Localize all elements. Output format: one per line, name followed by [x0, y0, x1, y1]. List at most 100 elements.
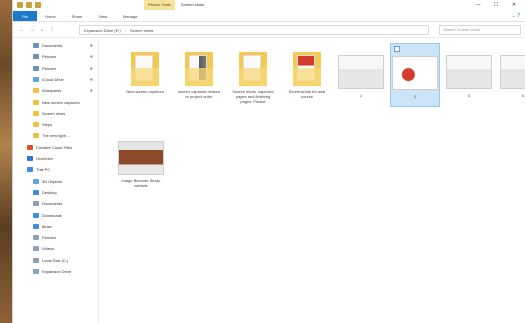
sidebar-item[interactable]: iCloud Drive ✱: [13, 75, 99, 84]
image-file-item[interactable]: Image Barcode Study, website: [116, 135, 166, 199]
sidebar-item-label: Documents: [42, 43, 63, 48]
sidebar-item-label: This PC: [36, 167, 51, 173]
navigation-bar: ← → ⌄ ↑ Expansion Drive (E:) › Screen sh…: [13, 23, 525, 38]
quick-access-toolbar[interactable]: [17, 2, 57, 9]
folder-item[interactable]: Screenshots for web course: [282, 47, 332, 123]
folder-icon: [33, 88, 39, 94]
folder-item[interactable]: New screen captures: [120, 47, 170, 123]
folder-icon: [33, 212, 39, 218]
sidebar-item-label: 3D Objects: [42, 178, 62, 184]
sidebar-item[interactable]: Videos: [13, 244, 99, 253]
sidebar-item[interactable]: The new light ...: [13, 131, 99, 140]
folder-icon: [33, 201, 39, 207]
pin-icon[interactable]: ✱: [90, 43, 93, 48]
tab-share[interactable]: Share: [64, 11, 91, 21]
folder-icon: [293, 52, 321, 86]
folder-icon: [33, 178, 39, 184]
sidebar-item[interactable]: Documents: [13, 199, 99, 208]
forward-arrow-icon[interactable]: →: [27, 25, 37, 35]
image-file-item[interactable]: 3: [444, 43, 494, 107]
sidebar-item[interactable]: Wordpress ✱: [13, 86, 99, 95]
title-bar: Picture Tools Screen shots — ☐ ✕: [13, 0, 525, 11]
ribbon-tabs: File Home Share View Manage ⌄ ?: [13, 11, 525, 22]
image-file-item[interactable]: 4: [498, 43, 525, 107]
breadcrumb-drive[interactable]: Expansion Drive (E:): [84, 28, 121, 33]
folder-icon: [185, 52, 213, 86]
sidebar-item[interactable]: This PC: [13, 165, 99, 174]
item-name: Screenshots for web course: [288, 89, 326, 99]
tab-home[interactable]: Home: [37, 11, 64, 21]
image-thumbnail: [392, 56, 438, 90]
image-file-item[interactable]: 1: [336, 43, 386, 107]
tab-file[interactable]: File: [13, 11, 37, 21]
sidebar-item[interactable]: Desktop: [13, 188, 99, 197]
image-thumbnail: [446, 55, 492, 89]
folder-icon: [33, 65, 39, 71]
item-checkbox[interactable]: [394, 46, 400, 52]
sidebar-item[interactable]: Local Disk (C:): [13, 256, 99, 265]
item-name: 2: [413, 94, 417, 99]
sidebar-item-label: OneDrive: [36, 156, 53, 161]
sidebar-item[interactable]: Expansion Drive: [13, 267, 99, 276]
sidebar-item-label: Downloads: [42, 212, 62, 218]
pin-icon[interactable]: ✱: [90, 66, 93, 71]
sidebar-item[interactable]: New screen captures: [13, 98, 99, 107]
folder-item[interactable]: screen captures related to project order: [174, 47, 224, 123]
sidebar-item-label: Screen shots: [42, 110, 66, 116]
sidebar-item[interactable]: Pictures ✱: [13, 52, 99, 61]
sidebar-item[interactable]: Music: [13, 222, 99, 231]
folder-icon: [33, 54, 39, 60]
item-name: 1: [359, 93, 363, 98]
search-input[interactable]: Search Screen shots: [439, 25, 521, 35]
image-file-item[interactable]: 2: [390, 43, 440, 107]
sidebar-item[interactable]: OneDrive: [13, 154, 99, 163]
close-button[interactable]: ✕: [506, 0, 522, 10]
up-arrow-icon[interactable]: ↑: [47, 25, 57, 35]
recent-locations-icon[interactable]: ⌄: [37, 25, 47, 35]
folder-icon: [33, 133, 39, 139]
sidebar-item[interactable]: Documents ✱: [13, 41, 99, 50]
folder-icon: [33, 122, 39, 128]
file-list: New screen captures screen captures relat…: [100, 39, 525, 323]
back-arrow-icon[interactable]: ←: [17, 25, 27, 35]
sidebar-item[interactable]: Steps: [13, 120, 99, 129]
address-bar[interactable]: Expansion Drive (E:) › Screen shots: [79, 25, 429, 35]
item-name: Image Barcode Study, website: [121, 178, 161, 188]
picture-tools-context-tab[interactable]: Picture Tools: [144, 0, 175, 10]
tab-view[interactable]: View: [90, 11, 115, 21]
sidebar-item-label: The new light ...: [42, 133, 71, 139]
minimize-button[interactable]: —: [470, 0, 486, 10]
sidebar-item[interactable]: 3D Objects: [13, 177, 99, 186]
breadcrumb-separator-icon: ›: [124, 27, 127, 33]
tab-manage[interactable]: Manage: [115, 11, 145, 21]
sidebar-item[interactable]: Creative Cloud Files: [13, 143, 99, 152]
sidebar-item-label: iCloud Drive: [42, 76, 64, 82]
ribbon-expand-button[interactable]: ⌄ ?: [504, 13, 520, 20]
item-name: New screen captures: [126, 89, 164, 94]
folder-icon: [33, 257, 39, 263]
folder-item[interactable]: Screen shots, captured pages and finishi…: [228, 47, 278, 123]
folder-icon: [27, 144, 33, 150]
sidebar-item[interactable]: Screen shots: [13, 109, 99, 118]
folder-icon: [33, 110, 39, 116]
folder-icon: [27, 167, 33, 173]
pin-icon[interactable]: ✱: [90, 54, 93, 59]
pin-icon[interactable]: ✱: [90, 88, 93, 93]
sidebar-item-label: New screen captures: [42, 99, 80, 105]
breadcrumb-folder[interactable]: Screen shots: [130, 28, 153, 33]
folder-icon: [239, 52, 267, 86]
image-thumbnail: [500, 55, 525, 89]
pin-icon[interactable]: ✱: [90, 77, 93, 82]
folder-icon: [33, 99, 39, 105]
maximize-button[interactable]: ☐: [488, 0, 504, 10]
sidebar-item[interactable]: Downloads: [13, 211, 99, 220]
folder-icon: [33, 246, 39, 252]
sidebar-item-label: Pictures: [42, 235, 57, 241]
sidebar-item-label: Desktop: [42, 189, 57, 195]
folder-icon: [131, 52, 159, 86]
item-name: 3: [467, 93, 471, 98]
sidebar-item[interactable]: Pictures ✱: [13, 64, 99, 73]
window-title: Screen shots: [181, 2, 205, 7]
sidebar-item-label: Local Disk (C:): [42, 257, 69, 263]
sidebar-item[interactable]: Pictures: [13, 233, 99, 242]
